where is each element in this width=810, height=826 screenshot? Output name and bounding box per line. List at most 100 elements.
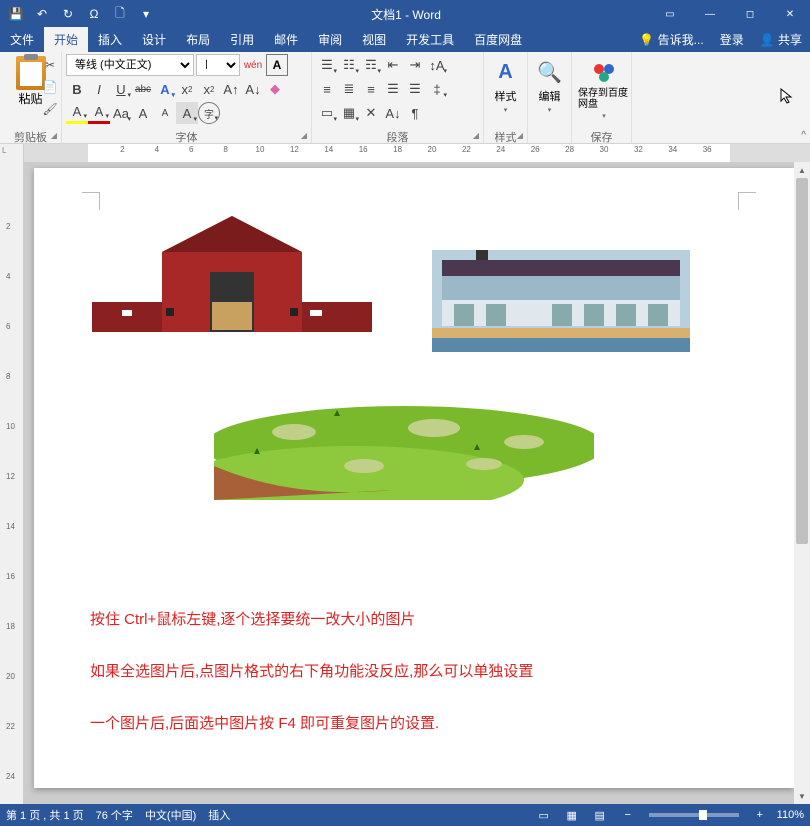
show-paragraph-icon[interactable]: ¶ bbox=[404, 102, 426, 124]
undo-icon[interactable]: ↶ bbox=[30, 2, 54, 26]
tab-design[interactable]: 设计 bbox=[132, 27, 176, 52]
format-painter-icon[interactable]: 🖌 bbox=[41, 100, 59, 118]
char-shading-button[interactable]: A bbox=[176, 102, 198, 124]
print-layout-icon[interactable]: ▦ bbox=[561, 806, 583, 824]
new-doc-icon[interactable]: 🗋 bbox=[108, 2, 132, 26]
bullets-button[interactable]: ☰ bbox=[316, 54, 338, 76]
zoom-in-icon[interactable]: + bbox=[749, 806, 771, 824]
multilevel-button[interactable]: ☶ bbox=[360, 54, 382, 76]
doc-text-line-1[interactable]: 按住 Ctrl+鼠标左键,逐个选择要统一改大小的图片 bbox=[90, 608, 415, 632]
close-icon[interactable]: ✕ bbox=[770, 0, 810, 28]
justify-icon[interactable]: ☰ bbox=[382, 78, 404, 100]
tab-view[interactable]: 视图 bbox=[352, 27, 396, 52]
font-highlight-button[interactable]: A bbox=[66, 102, 88, 124]
strikethrough-button[interactable]: abc bbox=[132, 78, 154, 100]
tab-file[interactable]: 文件 bbox=[0, 27, 44, 52]
scroll-down-icon[interactable]: ▼ bbox=[794, 788, 810, 804]
text-effects-button[interactable]: A bbox=[154, 78, 176, 100]
symbol-icon[interactable]: Ω bbox=[82, 2, 106, 26]
asian-layout-icon[interactable]: ✕ bbox=[360, 102, 382, 124]
font-size-select[interactable]: 四号 bbox=[196, 54, 240, 76]
superscript-button[interactable]: x2 bbox=[198, 78, 220, 100]
grow-font-icon[interactable]: A bbox=[132, 102, 154, 124]
zoom-slider[interactable] bbox=[649, 813, 739, 817]
tab-baidu[interactable]: 百度网盘 bbox=[464, 27, 532, 52]
ruler-vertical[interactable]: 24681012141618202224 bbox=[0, 162, 24, 804]
italic-button[interactable]: I bbox=[88, 78, 110, 100]
cut-icon[interactable]: ✂ bbox=[41, 56, 59, 74]
share-button[interactable]: 👤 共享 bbox=[752, 27, 810, 52]
bold-button[interactable]: B bbox=[66, 78, 88, 100]
clipboard-dialog-icon[interactable]: ◢ bbox=[49, 131, 59, 141]
status-word-count[interactable]: 76 个字 bbox=[96, 807, 133, 823]
zoom-out-icon[interactable]: − bbox=[617, 806, 639, 824]
align-left-icon[interactable]: ≡ bbox=[316, 78, 338, 100]
decrease-indent-icon[interactable]: ⇤ bbox=[382, 54, 404, 76]
login-button[interactable]: 登录 bbox=[712, 27, 752, 52]
tab-home[interactable]: 开始 bbox=[44, 27, 88, 52]
subscript-button[interactable]: x2 bbox=[176, 78, 198, 100]
scroll-up-icon[interactable]: ▲ bbox=[794, 162, 810, 178]
clear-format-icon[interactable]: ◆ bbox=[264, 78, 286, 100]
collapse-ribbon-icon[interactable]: ^ bbox=[801, 130, 806, 141]
change-case-button[interactable]: Aa bbox=[110, 102, 132, 124]
read-mode-icon[interactable]: ▭ bbox=[533, 806, 555, 824]
decrease-font-icon[interactable]: A↓ bbox=[242, 78, 264, 100]
align-center-icon[interactable]: ≣ bbox=[338, 78, 360, 100]
document-viewport[interactable]: 按住 Ctrl+鼠标左键,逐个选择要统一改大小的图片 如果全选图片后,点图片格式… bbox=[24, 162, 810, 804]
scroll-thumb[interactable] bbox=[796, 178, 808, 544]
increase-font-icon[interactable]: A↑ bbox=[220, 78, 242, 100]
zoom-level[interactable]: 110% bbox=[777, 809, 804, 821]
save-icon[interactable]: 💾 bbox=[4, 2, 28, 26]
shrink-font-icon[interactable]: A bbox=[154, 102, 176, 124]
tab-references[interactable]: 引用 bbox=[220, 27, 264, 52]
ribbon-options-icon[interactable]: ▭ bbox=[650, 0, 690, 28]
tab-insert[interactable]: 插入 bbox=[88, 27, 132, 52]
copy-icon[interactable]: 📄 bbox=[41, 78, 59, 96]
tell-me-button[interactable]: 💡 告诉我... bbox=[631, 27, 711, 52]
character-border-icon[interactable]: A bbox=[266, 54, 288, 76]
distribute-icon[interactable]: ☰ bbox=[404, 78, 426, 100]
underline-button[interactable]: U bbox=[110, 78, 132, 100]
numbering-button[interactable]: ☷ bbox=[338, 54, 360, 76]
styles-dialog-icon[interactable]: ◢ bbox=[515, 131, 525, 141]
font-color-button[interactable]: A bbox=[88, 102, 110, 124]
tab-developer[interactable]: 开发工具 bbox=[396, 27, 464, 52]
save-to-baidu-button[interactable]: 保存到百度网盘 bbox=[576, 54, 632, 124]
status-language[interactable]: 中文(中国) bbox=[145, 807, 196, 823]
tab-layout[interactable]: 布局 bbox=[176, 27, 220, 52]
status-page[interactable]: 第 1 页 , 共 1 页 bbox=[6, 807, 84, 823]
borders-button[interactable]: ▦ bbox=[338, 102, 360, 124]
maximize-icon[interactable]: ◻ bbox=[730, 0, 770, 28]
ruler-horizontal[interactable]: 4224681012141618202224262830323436384042… bbox=[24, 144, 810, 162]
tab-review[interactable]: 审阅 bbox=[308, 27, 352, 52]
enclose-char-button[interactable]: 字 bbox=[198, 102, 220, 124]
zoom-thumb[interactable] bbox=[699, 810, 707, 820]
page-margin-corner-tl bbox=[82, 192, 100, 210]
doc-text-line-2[interactable]: 如果全选图片后,点图片格式的右下角功能没反应,那么可以单独设置 bbox=[90, 660, 533, 684]
paragraph-dialog-icon[interactable]: ◢ bbox=[471, 131, 481, 141]
scrollbar-vertical[interactable]: ▲ ▼ bbox=[794, 162, 810, 804]
qat-more-icon[interactable]: ▾ bbox=[134, 2, 158, 26]
line-spacing-button[interactable]: ‡ bbox=[426, 78, 448, 100]
inserted-image-hill[interactable] bbox=[214, 406, 594, 500]
scroll-track[interactable] bbox=[794, 178, 810, 788]
inserted-image-warehouse[interactable] bbox=[92, 212, 372, 334]
minimize-icon[interactable]: — bbox=[690, 0, 730, 28]
align-right-icon[interactable]: ≡ bbox=[360, 78, 382, 100]
font-family-select[interactable]: 等线 (中文正文) bbox=[66, 54, 194, 76]
editing-button[interactable]: 🔍 编辑 bbox=[532, 54, 567, 118]
styles-button[interactable]: A 样式 bbox=[488, 54, 523, 118]
doc-text-line-3[interactable]: 一个图片后,后面选中图片按 F4 即可重复图片的设置. bbox=[90, 712, 439, 736]
text-direction-button[interactable]: ↕A bbox=[426, 54, 448, 76]
tab-mailings[interactable]: 邮件 bbox=[264, 27, 308, 52]
increase-indent-icon[interactable]: ⇥ bbox=[404, 54, 426, 76]
shading-button[interactable]: ▭ bbox=[316, 102, 338, 124]
status-insert-mode[interactable]: 插入 bbox=[208, 807, 230, 823]
phonetic-guide-icon[interactable]: wén bbox=[242, 54, 264, 76]
redo-icon[interactable]: ↻ bbox=[56, 2, 80, 26]
web-layout-icon[interactable]: ▤ bbox=[589, 806, 611, 824]
sort-icon[interactable]: A↓ bbox=[382, 102, 404, 124]
font-dialog-icon[interactable]: ◢ bbox=[299, 131, 309, 141]
inserted-image-building[interactable] bbox=[432, 250, 690, 352]
